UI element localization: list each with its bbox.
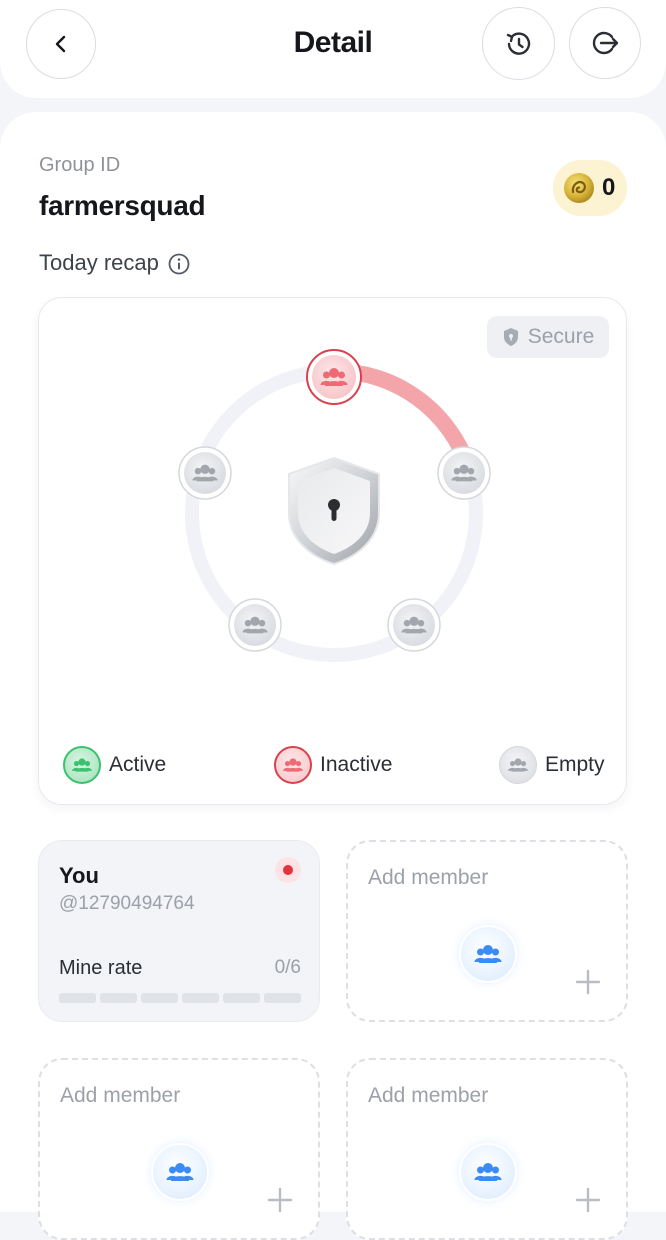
member-ring [178,349,491,662]
logout-button[interactable] [569,7,641,79]
history-button[interactable] [482,7,555,80]
plus-icon [575,969,601,995]
member-card-you[interactable]: You @12790494764 Mine rate 0/6 [38,840,320,1022]
legend-inactive: Inactive [274,746,392,784]
add-member-card[interactable]: Add member [346,840,628,1022]
plus-icon [267,1187,293,1213]
group-id-value: farmersquad [39,190,206,221]
add-member-label: Add member [368,1084,489,1107]
page-title: Detail [293,26,373,59]
header-bar: Detail [0,0,666,98]
add-member-orb-icon [140,1132,220,1212]
member-slot-empty [228,598,282,652]
legend-empty: Empty [499,746,605,784]
recap-card: Secure Active Inactive Empty [38,297,627,805]
inactive-status-dot [275,857,301,883]
empty-status-icon [499,746,537,784]
active-status-icon [63,746,101,784]
add-member-label: Add member [60,1084,181,1107]
member-slot-inactive [306,349,362,405]
mine-rate-progress-bar [59,993,301,1003]
logout-icon [592,31,619,55]
add-member-label: Add member [368,866,489,889]
group-id-label: Group ID [39,154,121,176]
coin-count: 0 [602,174,616,201]
legend-label: Active [109,753,167,776]
inactive-status-icon [274,746,312,784]
legend-label: Empty [545,753,605,776]
history-icon [506,31,530,55]
coin-balance-badge[interactable]: 0 [553,160,627,216]
shield-lock-icon [288,456,380,566]
legend-active: Active [63,746,166,784]
today-recap-label: Today recap [39,250,159,275]
legend-label: Inactive [320,753,393,776]
member-slot-empty [387,598,441,652]
add-member-orb-icon [448,914,528,994]
add-member-card[interactable]: Add member [38,1058,320,1240]
coin-icon [564,173,594,203]
mine-rate-value: 0/6 [274,957,301,978]
member-name: You [59,863,99,888]
member-slot-empty [178,446,232,500]
mine-rate-label: Mine rate [59,957,143,979]
main-panel: Group ID farmersquad 0 Today recap Secur… [0,112,666,1240]
member-slot-empty [437,446,491,500]
add-member-orb-icon [448,1132,528,1212]
plus-icon [575,1187,601,1213]
info-icon[interactable] [167,252,191,276]
add-member-card[interactable]: Add member [346,1058,628,1240]
member-handle: @12790494764 [59,893,195,914]
